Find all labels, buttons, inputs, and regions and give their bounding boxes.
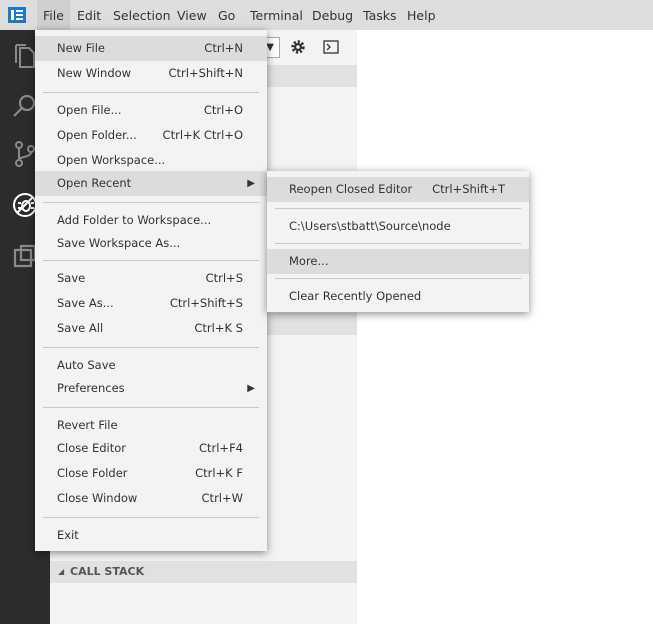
debug-console-icon[interactable] — [323, 40, 339, 54]
menu-file[interactable]: File — [37, 0, 70, 30]
menu-go[interactable]: Go — [212, 0, 241, 30]
menu-item-save-as[interactable]: Save As... Ctrl+Shift+S — [35, 291, 267, 316]
file-menu: New File Ctrl+N New Window Ctrl+Shift+N … — [35, 30, 267, 551]
menu-item-close-folder[interactable]: Close Folder Ctrl+K F — [35, 461, 267, 486]
menu-help[interactable]: Help — [401, 0, 442, 30]
menu-item-recent-folder[interactable]: C:\Users\stbatt\Source\node — [267, 214, 529, 239]
menu-debug[interactable]: Debug — [306, 0, 359, 30]
menu-item-open-folder[interactable]: Open Folder... Ctrl+K Ctrl+O — [35, 123, 267, 148]
menu-tasks[interactable]: Tasks — [357, 0, 403, 30]
menu-item-save-workspace-as[interactable]: Save Workspace As... — [35, 231, 267, 256]
menu-separator — [275, 278, 521, 279]
menu-item-open-recent[interactable]: Open Recent ▶ — [35, 171, 267, 196]
menu-separator — [43, 347, 259, 348]
chevron-down-icon: ▼ — [266, 42, 274, 53]
menu-item-open-file[interactable]: Open File... Ctrl+O — [35, 98, 267, 123]
menu-item-exit[interactable]: Exit — [35, 523, 267, 548]
menu-separator — [43, 92, 259, 93]
menu-item-save-all[interactable]: Save All Ctrl+K S — [35, 316, 267, 341]
submenu-arrow-icon: ▶ — [247, 178, 255, 189]
gear-icon[interactable] — [290, 39, 306, 55]
menu-item-preferences[interactable]: Preferences ▶ — [35, 376, 267, 401]
menu-item-close-window[interactable]: Close Window Ctrl+W — [35, 486, 267, 511]
menu-selection[interactable]: Selection — [107, 0, 177, 30]
menu-item-save[interactable]: Save Ctrl+S — [35, 266, 267, 291]
menu-edit[interactable]: Edit — [71, 0, 107, 30]
menu-separator — [43, 517, 259, 518]
menu-item-auto-save[interactable]: Auto Save — [35, 353, 267, 378]
menubar: File Edit Selection View Go Terminal Deb… — [0, 0, 653, 30]
menu-item-open-workspace[interactable]: Open Workspace... — [35, 148, 267, 173]
open-recent-submenu: Reopen Closed Editor Ctrl+Shift+T C:\Use… — [267, 171, 529, 312]
menu-separator — [43, 202, 259, 203]
menu-item-revert-file[interactable]: Revert File — [35, 413, 267, 438]
app-logo-icon[interactable] — [8, 7, 26, 23]
collapse-arrow-icon: ◢ — [58, 567, 65, 576]
submenu-arrow-icon: ▶ — [247, 383, 255, 394]
menu-item-add-folder-to-workspace[interactable]: Add Folder to Workspace... — [35, 208, 267, 233]
menu-item-close-editor[interactable]: Close Editor Ctrl+F4 — [35, 436, 267, 461]
call-stack-label: CALL STACK — [70, 565, 145, 578]
menu-view[interactable]: View — [171, 0, 213, 30]
call-stack-section-header[interactable]: ◢ CALL STACK — [50, 561, 357, 583]
menu-separator — [275, 243, 521, 244]
menu-item-more[interactable]: More... — [267, 249, 529, 274]
menu-separator — [43, 407, 259, 408]
menu-item-new-file[interactable]: New File Ctrl+N — [35, 36, 267, 61]
menu-separator — [275, 208, 521, 209]
menu-separator — [43, 260, 259, 261]
menu-terminal[interactable]: Terminal — [244, 0, 309, 30]
menu-item-reopen-closed-editor[interactable]: Reopen Closed Editor Ctrl+Shift+T — [267, 177, 529, 202]
menu-item-new-window[interactable]: New Window Ctrl+Shift+N — [35, 61, 267, 86]
menu-item-clear-recently-opened[interactable]: Clear Recently Opened — [267, 284, 529, 309]
